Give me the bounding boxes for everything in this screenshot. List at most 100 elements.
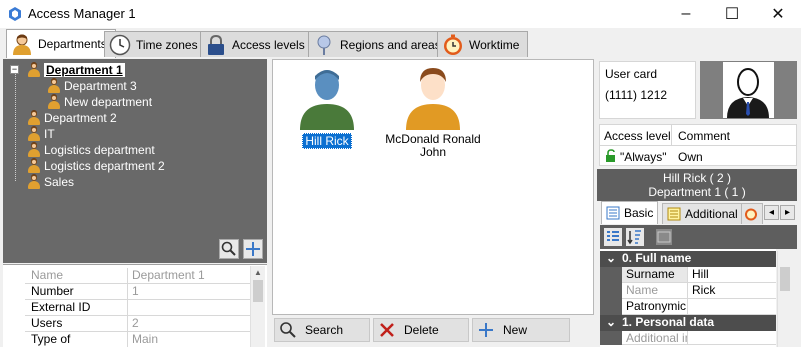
sort-alpha-icon[interactable] <box>626 228 644 246</box>
tab-time-zones[interactable]: Time zones <box>104 31 207 57</box>
tab-label: Additional <box>685 207 738 221</box>
grid-row-surname[interactable]: Surname Hill <box>600 267 776 283</box>
tree-item-label: IT <box>44 127 55 141</box>
add-icon <box>479 323 493 337</box>
tab-label: Regions and areas <box>340 37 441 52</box>
scrollbar-thumb[interactable] <box>253 280 263 302</box>
list-icon <box>606 206 620 220</box>
scroll-up-arrow[interactable]: ▲ <box>251 268 265 277</box>
grid-key: Patronymic <box>622 299 688 315</box>
property-value: Main <box>132 332 159 346</box>
property-key: Type of department <box>25 332 128 347</box>
new-button[interactable]: New <box>472 318 570 342</box>
grid-key: Additional inf <box>622 331 688 345</box>
properties-scrollbar[interactable]: ▲ <box>250 266 265 347</box>
grid-key: Name <box>622 283 688 299</box>
new-button-label: New <box>503 323 528 337</box>
search-icon[interactable] <box>219 239 239 259</box>
tree-item-it[interactable]: IT <box>27 126 55 142</box>
categorized-icon[interactable] <box>604 228 622 246</box>
grid-value[interactable] <box>688 331 776 345</box>
user-name-label: McDonald Ronald John <box>385 132 481 159</box>
comment-value[interactable]: Own <box>678 150 703 164</box>
user-summary-band: Hill Rick ( 2 ) Department 1 ( 1 ) <box>597 169 797 201</box>
access-level-table: Access level Comment "Always" Own <box>599 124 797 166</box>
user-properties-grid: ⌄ 0. Full name Surname Hill Name Rick Pa… <box>600 249 776 347</box>
tab-regions-and-areas[interactable]: Regions and areas <box>308 31 450 57</box>
close-button[interactable]: ✕ <box>755 0 801 28</box>
tree-collapse-toggle[interactable]: − <box>10 65 19 74</box>
user-summary-name: Hill Rick ( 2 ) <box>663 171 731 185</box>
tab-additional[interactable]: Additional <box>662 203 743 224</box>
grid-row-patronymic[interactable]: Patronymic <box>600 299 776 315</box>
tab-basic[interactable]: Basic <box>601 201 659 224</box>
tree-item-department-1[interactable]: Department 1 <box>27 62 125 78</box>
notes-icon <box>667 207 681 221</box>
person-icon <box>27 142 41 157</box>
property-row-external-id[interactable]: External ID <box>25 300 253 316</box>
property-key: Name <box>25 268 128 283</box>
grid-section-title: 0. Full name <box>622 251 692 265</box>
collapse-toggle[interactable]: ⌄ <box>600 251 622 267</box>
user-hill-rick[interactable]: Hill Rick <box>293 64 361 149</box>
tabs-scroll-left[interactable]: ◂ <box>764 205 779 220</box>
property-key: External ID <box>25 300 128 315</box>
person-icon <box>27 110 41 125</box>
maximize-button[interactable]: ☐ <box>709 0 755 28</box>
delete-button[interactable]: Delete <box>373 318 469 342</box>
user-name-label: Hill Rick <box>302 133 352 149</box>
user-card-box: User card (1111) 1212 <box>599 61 696 119</box>
tab-departments[interactable]: Departments <box>6 29 116 58</box>
department-tree: − Department 1 Department 3 New departme… <box>3 59 267 237</box>
tree-item-label: New department <box>64 95 153 109</box>
grid-scrollbar[interactable] <box>777 251 792 347</box>
tree-toolbar <box>3 237 267 263</box>
scrollbar-thumb[interactable] <box>780 267 790 291</box>
pin-icon <box>313 34 335 56</box>
tree-item-logistics-department-2[interactable]: Logistics department 2 <box>27 158 165 174</box>
grid-value[interactable]: Rick <box>688 283 776 299</box>
property-row-name[interactable]: Name Department 1 <box>25 268 253 284</box>
tab-label: Access levels <box>232 37 305 52</box>
tab-access-levels[interactable]: Access levels <box>200 31 314 57</box>
property-row-number[interactable]: Number 1 <box>25 284 253 300</box>
grid-section-personal-data[interactable]: ⌄ 1. Personal data <box>600 315 776 331</box>
tree-item-label: Logistics department <box>44 143 155 157</box>
tab-worktime[interactable]: Worktime <box>437 31 529 57</box>
tab-label: Departments <box>38 37 107 51</box>
add-icon[interactable] <box>243 239 263 259</box>
clock-icon <box>109 34 131 56</box>
collapse-toggle[interactable]: ⌄ <box>600 315 622 331</box>
tabs-scroll-right[interactable]: ▸ <box>780 205 795 220</box>
property-row-users[interactable]: Users 2 <box>25 316 253 332</box>
grid-value[interactable] <box>688 299 776 315</box>
tree-item-new-department[interactable]: New department <box>47 94 152 110</box>
stopwatch-icon <box>442 34 464 56</box>
tree-item-department-2[interactable]: Department 2 <box>27 110 117 126</box>
grid-section-full-name[interactable]: ⌄ 0. Full name <box>600 251 776 267</box>
access-level-header: Access level <box>600 125 672 146</box>
person-icon <box>27 126 41 141</box>
tree-item-label: Sales <box>44 175 75 189</box>
tree-item-label: Logistics department 2 <box>44 159 165 173</box>
grid-row-name[interactable]: Name Rick <box>600 283 776 299</box>
tab-worktime-icon[interactable] <box>741 203 763 224</box>
user-avatar-icon <box>406 68 460 130</box>
tree-item-sales[interactable]: Sales <box>27 174 74 190</box>
search-icon <box>280 322 296 338</box>
person-icon <box>47 78 61 93</box>
delete-icon <box>380 323 394 337</box>
user-mcdonald-ronald-john[interactable]: McDonald Ronald John <box>383 64 483 159</box>
grid-row-additional-info[interactable]: Additional inf <box>600 331 776 345</box>
property-pages-icon[interactable] <box>656 229 672 245</box>
app-icon <box>9 7 21 21</box>
property-row-type[interactable]: Type of department Main <box>25 332 253 347</box>
tree-item-logistics-department[interactable]: Logistics department <box>27 142 155 158</box>
grid-value[interactable]: Hill <box>688 267 776 283</box>
minimize-button[interactable]: – <box>663 0 709 28</box>
tree-item-department-3[interactable]: Department 3 <box>47 78 137 94</box>
comment-header: Comment <box>672 125 796 146</box>
search-button[interactable]: Search <box>274 318 370 342</box>
user-photo[interactable] <box>700 61 797 119</box>
access-level-value[interactable]: "Always" <box>620 150 667 164</box>
